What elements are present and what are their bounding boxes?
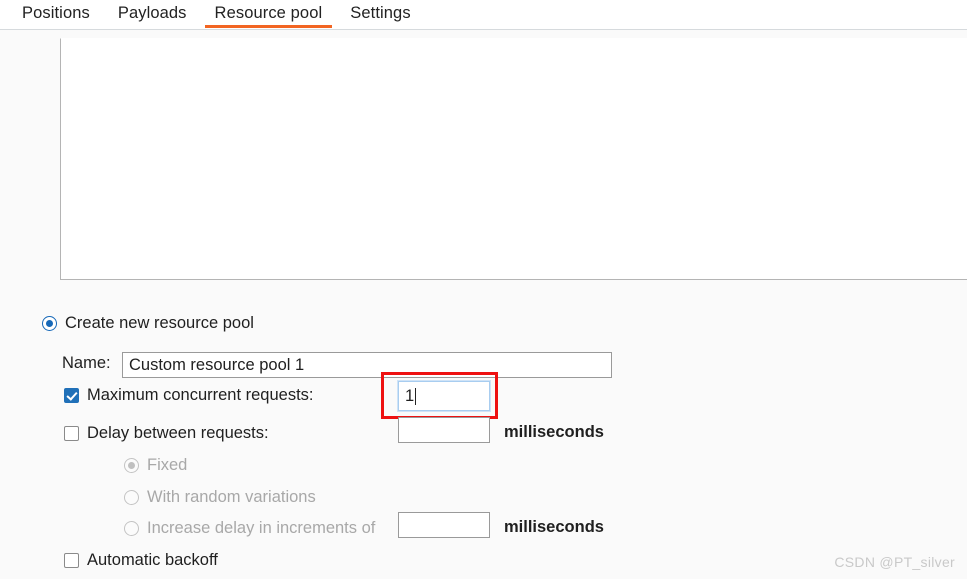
increase-delay-option[interactable]: Increase delay in increments of bbox=[124, 518, 375, 538]
resource-pool-form: Create new resource pool Name: Custom re… bbox=[0, 280, 967, 579]
text-caret bbox=[415, 387, 417, 405]
pool-name-input-value: Custom resource pool 1 bbox=[129, 356, 305, 374]
delay-unit-label: milliseconds bbox=[504, 423, 604, 441]
create-new-resource-pool-radio[interactable] bbox=[42, 315, 57, 331]
resource-pool-list-panel[interactable] bbox=[60, 38, 967, 280]
increase-unit-label: milliseconds bbox=[504, 518, 604, 536]
name-label: Name: bbox=[62, 354, 111, 372]
delay-between-requests-checkbox[interactable] bbox=[64, 425, 79, 441]
tab-bar: Positions Payloads Resource pool Setting… bbox=[0, 0, 967, 30]
delay-between-requests-input[interactable] bbox=[398, 417, 490, 443]
increase-delay-input[interactable] bbox=[398, 512, 490, 538]
tab-list: Positions Payloads Resource pool Setting… bbox=[0, 0, 967, 30]
tab-positions-label: Positions bbox=[22, 4, 90, 22]
max-concurrent-requests-checkbox[interactable] bbox=[64, 387, 79, 403]
delay-unit-row: milliseconds bbox=[504, 422, 604, 442]
random-variations-label: With random variations bbox=[147, 488, 316, 506]
tab-payloads-label: Payloads bbox=[117, 4, 187, 22]
name-row: Name: bbox=[62, 353, 111, 373]
tab-payloads[interactable]: Payloads bbox=[104, 0, 201, 26]
fixed-delay-radio[interactable] bbox=[124, 457, 139, 473]
fixed-delay-label: Fixed bbox=[147, 456, 188, 474]
watermark: CSDN @PT_silver bbox=[834, 554, 955, 570]
pool-name-input[interactable]: Custom resource pool 1 bbox=[122, 352, 612, 378]
tab-positions[interactable]: Positions bbox=[8, 0, 104, 26]
max-concurrent-requests-input[interactable]: 1 bbox=[397, 380, 491, 412]
random-variations-radio[interactable] bbox=[124, 489, 139, 505]
delay-between-requests-option[interactable]: Delay between requests: bbox=[64, 423, 269, 443]
fixed-delay-option[interactable]: Fixed bbox=[124, 455, 187, 475]
tab-settings[interactable]: Settings bbox=[336, 0, 424, 26]
create-new-resource-pool-label: Create new resource pool bbox=[65, 314, 254, 332]
max-concurrent-requests-label: Maximum concurrent requests: bbox=[87, 386, 314, 404]
increase-unit-row: milliseconds bbox=[504, 517, 604, 537]
increase-delay-label: Increase delay in increments of bbox=[147, 519, 376, 537]
delay-between-requests-label: Delay between requests: bbox=[87, 424, 269, 442]
tab-settings-label: Settings bbox=[350, 4, 411, 22]
max-concurrent-requests-option[interactable]: Maximum concurrent requests: bbox=[64, 385, 314, 405]
automatic-backoff-option[interactable]: Automatic backoff bbox=[64, 550, 218, 570]
tab-resource-pool[interactable]: Resource pool bbox=[201, 0, 337, 28]
create-new-resource-pool-option[interactable]: Create new resource pool bbox=[42, 313, 254, 333]
automatic-backoff-checkbox[interactable] bbox=[64, 552, 79, 568]
max-concurrent-requests-value: 1 bbox=[405, 387, 415, 405]
increase-delay-radio[interactable] bbox=[124, 520, 139, 536]
automatic-backoff-label: Automatic backoff bbox=[87, 551, 218, 569]
random-variations-option[interactable]: With random variations bbox=[124, 487, 316, 507]
tab-resource-pool-label: Resource pool bbox=[214, 4, 323, 22]
